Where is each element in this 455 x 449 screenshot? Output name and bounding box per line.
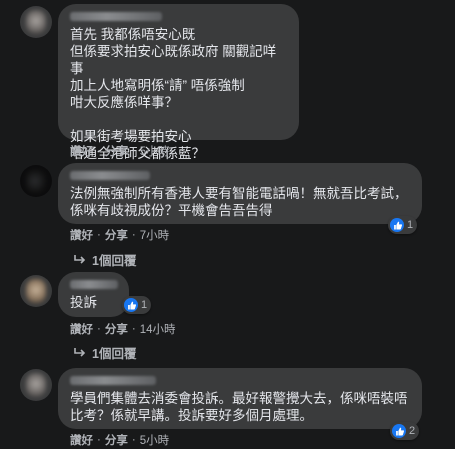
separator: · (97, 323, 101, 335)
separator: · (131, 323, 136, 335)
comment-actions: 讚好 · 分享 · 5小時 (70, 143, 169, 159)
comment-actions: 讚好 · 分享 · 14小時 (70, 321, 175, 337)
share-link[interactable]: 分享 (105, 321, 128, 337)
commenter-name[interactable] (70, 171, 150, 180)
comment-text: 首先 我都係唔安心既 但係要求拍安心既係政府 關觀記咩事 加上人地寫明係“請” … (70, 27, 277, 161)
comment-actions: 讚好 · 分享 · 7小時 (70, 227, 169, 243)
thumbs-up-icon (124, 298, 138, 312)
timestamp[interactable]: 7小時 (140, 227, 169, 243)
like-link[interactable]: 讚好 (70, 143, 93, 159)
reaction-count[interactable]: 2 (390, 422, 420, 440)
commenter-name[interactable] (70, 280, 118, 289)
reaction-count[interactable]: 1 (388, 216, 418, 234)
comment-actions: 讚好 · 分享 · 5小時 (70, 432, 169, 448)
replies-count[interactable]: 1個回覆 (92, 250, 136, 269)
comment-bubble: 學員們集體去消委會投訴。最好報警攪大去，係咪唔裝唔 比考？係就早講。投訴要好多個… (58, 368, 422, 429)
thumbs-up-icon (390, 218, 404, 232)
share-link[interactable]: 分享 (105, 143, 128, 159)
view-replies-link[interactable]: 1個回覆 (72, 250, 136, 269)
reply-arrow-icon (74, 347, 86, 357)
comment-text: 投訴 (70, 295, 97, 310)
share-link[interactable]: 分享 (105, 227, 128, 243)
like-link[interactable]: 讚好 (70, 227, 93, 243)
reaction-number: 2 (409, 425, 416, 437)
commenter-name[interactable] (70, 12, 162, 21)
comment-text: 學員們集體去消委會投訴。最好報警攪大去，係咪唔裝唔 比考？係就早講。投訴要好多個… (70, 391, 408, 423)
share-link[interactable]: 分享 (105, 432, 128, 448)
comment-bubble: 投訴 (58, 272, 129, 317)
commenter-name[interactable] (70, 376, 156, 385)
timestamp[interactable]: 5小時 (140, 432, 169, 448)
like-link[interactable]: 讚好 (70, 432, 93, 448)
comment-bubble: 首先 我都係唔安心既 但係要求拍安心既係政府 關觀記咩事 加上人地寫明係“請” … (58, 4, 299, 161)
view-replies-link[interactable]: 1個回覆 (72, 343, 136, 362)
separator: · (131, 434, 136, 446)
separator: · (131, 229, 136, 241)
avatar[interactable] (20, 369, 52, 401)
reaction-count[interactable]: 1 (122, 296, 152, 314)
separator: · (97, 145, 101, 157)
avatar[interactable] (20, 165, 52, 197)
avatar[interactable] (20, 6, 52, 38)
comment-text: 法例無強制所有香港人要有智能電話喎！無就吾比考試， 係咪有歧視成份？平機會告吾告… (70, 186, 408, 218)
avatar[interactable] (20, 275, 52, 307)
timestamp[interactable]: 14小時 (140, 321, 176, 337)
reply-arrow-icon (74, 254, 86, 264)
reaction-number: 1 (141, 299, 148, 311)
comment-bubble: 法例無強制所有香港人要有智能電話喎！無就吾比考試， 係咪有歧視成份？平機會告吾告… (58, 163, 422, 224)
like-link[interactable]: 讚好 (70, 321, 93, 337)
separator: · (97, 434, 101, 446)
replies-count[interactable]: 1個回覆 (92, 343, 136, 362)
separator: · (131, 145, 136, 157)
timestamp[interactable]: 5小時 (140, 143, 169, 159)
separator: · (97, 229, 101, 241)
reaction-number: 1 (407, 219, 414, 231)
thumbs-up-icon (392, 424, 406, 438)
